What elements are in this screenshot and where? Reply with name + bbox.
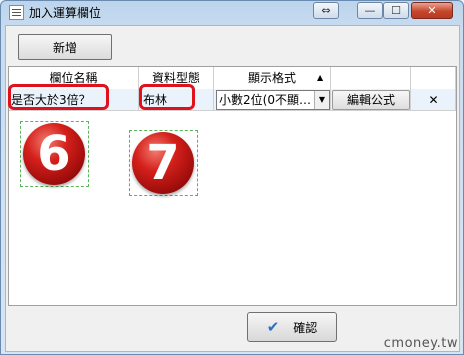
title-bar[interactable]: 加入運算欄位 ⇔ — ☐ ✕ bbox=[1, 1, 463, 25]
column-header-delete bbox=[411, 67, 456, 89]
minimize-button[interactable]: — bbox=[357, 2, 383, 19]
edit-formula-button[interactable]: 編輯公式 bbox=[332, 90, 410, 110]
confirm-label: 確認 bbox=[293, 320, 318, 335]
window-title: 加入運算欄位 bbox=[29, 6, 102, 20]
data-type-highlight bbox=[139, 84, 195, 110]
dialog-body: 新增 欄位名稱 資料型態 顯示格式 ▲ 是否大於3倍？ 布林 小數2位(0不顯…… bbox=[5, 25, 460, 352]
delete-row-button[interactable]: ✕ bbox=[413, 90, 454, 110]
maximize-button[interactable]: ☐ bbox=[383, 2, 409, 19]
restore-layout-button[interactable]: ⇔ bbox=[313, 2, 339, 19]
calculated-fields-grid: 欄位名稱 資料型態 顯示格式 ▲ 是否大於3倍？ 布林 小數2位(0不顯… ▼ … bbox=[8, 66, 457, 306]
marker-6-number: 6 bbox=[37, 126, 71, 182]
add-button[interactable]: 新增 bbox=[18, 34, 112, 60]
marker-7-badge: 7 bbox=[132, 132, 194, 194]
checkmark-icon: ✔ bbox=[266, 318, 280, 336]
display-format-dropdown[interactable]: 小數2位(0不顯… ▼ bbox=[216, 90, 330, 110]
column-header-display-format[interactable]: 顯示格式 bbox=[214, 67, 331, 89]
sort-ascending-icon: ▲ bbox=[317, 73, 324, 82]
dialog-window: 加入運算欄位 ⇔ — ☐ ✕ 新增 欄位名稱 資料型態 顯示格式 ▲ 是否大於3… bbox=[0, 0, 464, 355]
field-name-highlight bbox=[8, 84, 109, 110]
column-header-edit-formula bbox=[331, 67, 411, 89]
marker-6-badge: 6 bbox=[23, 123, 85, 185]
marker-7-number: 7 bbox=[146, 135, 180, 191]
close-button[interactable]: ✕ bbox=[411, 2, 453, 19]
confirm-button[interactable]: ✔ 確認 bbox=[247, 312, 337, 342]
form-icon bbox=[9, 5, 24, 20]
dropdown-arrow-icon[interactable]: ▼ bbox=[314, 91, 329, 109]
display-format-value: 小數2位(0不顯… bbox=[219, 93, 311, 107]
watermark: cmoney.tw bbox=[383, 336, 458, 351]
